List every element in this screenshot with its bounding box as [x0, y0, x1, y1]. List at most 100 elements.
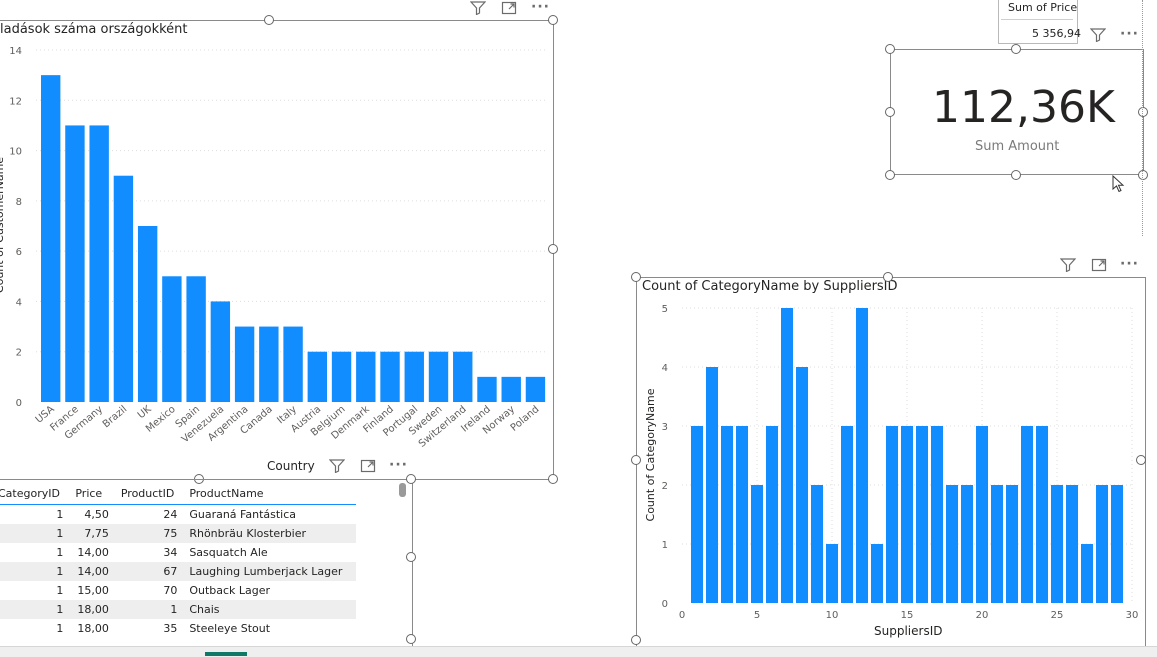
bar	[811, 485, 823, 603]
price-card-header: Sum of Price	[1008, 1, 1078, 14]
country-chart-visual[interactable]: ladások száma országokként 0 2 4 6 8 10 12 14 US…	[0, 0, 560, 485]
column-header-productid[interactable]: ProductID	[114, 482, 184, 505]
resize-handle[interactable]	[548, 474, 558, 484]
bar	[356, 351, 376, 402]
y-tick-label: 2	[16, 348, 22, 359]
bar	[283, 326, 303, 402]
resize-handle[interactable]	[885, 107, 895, 117]
resize-handle[interactable]	[548, 244, 558, 254]
resize-handle[interactable]	[548, 15, 558, 25]
table-row[interactable]: 1 14,00 34 Sasquatch Ale	[0, 543, 356, 562]
table-cell: 70	[163, 584, 178, 597]
resize-handle[interactable]	[406, 474, 416, 484]
focus-mode-icon[interactable]	[1091, 258, 1107, 272]
resize-handle[interactable]	[631, 455, 641, 465]
focus-mode-icon[interactable]	[360, 459, 376, 473]
filter-icon[interactable]	[470, 1, 486, 15]
bar	[1111, 485, 1123, 603]
more-options-icon[interactable]: ···	[389, 458, 408, 472]
resize-handle[interactable]	[883, 272, 893, 282]
bar	[931, 426, 943, 603]
bar	[1081, 544, 1093, 603]
table-cell: Guaraná Fantástica	[189, 508, 297, 521]
table-cell: 15,00	[77, 584, 109, 597]
table-row[interactable]: 1 7,75 75 Rhönbräu Klosterbier	[0, 524, 356, 543]
more-options-icon[interactable]: ···	[1120, 257, 1139, 271]
bar	[976, 426, 988, 603]
bar	[525, 376, 546, 402]
table-header-row: CategoryID Price ProductID ProductName	[0, 482, 356, 505]
table-cell: Rhönbräu Klosterbier	[183, 524, 356, 543]
table-row[interactable]: 1 15,00 70 Outback Lager	[0, 581, 356, 600]
column-header-price[interactable]: Price	[69, 482, 115, 505]
bar	[65, 125, 85, 402]
more-options-icon[interactable]: ···	[531, 0, 550, 14]
table-row[interactable]: 1 4,50 24 Guaraná Fantástica	[0, 505, 356, 525]
bar	[89, 125, 109, 402]
bar	[796, 367, 808, 603]
table-cell: 1	[56, 546, 64, 559]
price-card-divider	[1001, 19, 1073, 20]
y-tick-label: 12	[9, 96, 22, 107]
table-cell: 14,00	[69, 562, 115, 581]
bar	[751, 485, 763, 603]
y-tick-label: 2	[662, 481, 668, 492]
resize-handle[interactable]	[264, 15, 274, 25]
kpi-label: Sum Amount	[975, 139, 1060, 154]
bar	[41, 75, 61, 403]
resize-handle[interactable]	[1011, 44, 1021, 54]
suppliers-chart-visual[interactable]: Count of CategoryName by SuppliersID 012…	[630, 250, 1157, 650]
table-cell: Steeleye Stout	[189, 622, 271, 635]
x-tick-label: 20	[976, 610, 989, 621]
table-cell: 34	[163, 546, 178, 559]
canvas-edge-divider	[1142, 0, 1144, 236]
bar	[916, 426, 928, 603]
filter-icon[interactable]	[1060, 258, 1076, 272]
bar	[856, 308, 868, 603]
table-cell: 14,00	[77, 546, 109, 559]
table-scrollbar[interactable]	[399, 483, 406, 497]
bar	[1096, 485, 1108, 603]
resize-handle[interactable]	[1011, 170, 1021, 180]
price-card-visual[interactable]: Sum of Price 5 356,94 ···	[998, 0, 1143, 46]
x-tick-label: UK	[136, 404, 154, 422]
table-cell: 7,75	[69, 524, 115, 543]
filter-icon[interactable]	[1090, 28, 1106, 42]
column-header-categoryid[interactable]: CategoryID	[0, 482, 70, 505]
x-tick-label: Brazil	[101, 404, 129, 430]
resize-handle[interactable]	[885, 170, 895, 180]
table-row[interactable]: 1 14,00 67 Laughing Lumberjack Lager	[0, 562, 356, 581]
bar	[428, 351, 449, 402]
bar	[331, 351, 352, 402]
y-axis-label: Count of CustomerName	[0, 157, 6, 293]
bar	[137, 226, 158, 402]
table-row[interactable]: 1 18,00 1 Chais	[0, 600, 356, 619]
more-options-icon[interactable]: ···	[1120, 27, 1139, 41]
bar	[113, 175, 134, 402]
table-cell: Sasquatch Ale	[189, 546, 268, 559]
x-tick-label: 15	[901, 610, 914, 621]
bar	[453, 351, 473, 402]
resize-handle[interactable]	[406, 552, 416, 562]
bar	[234, 326, 255, 402]
price-card-value: 5 356,94	[1032, 27, 1081, 40]
column-header-productname[interactable]: ProductName	[183, 482, 356, 505]
resize-handle[interactable]	[1136, 455, 1146, 465]
kpi-card-visual[interactable]: 112,36K Sum Amount	[885, 44, 1157, 184]
resize-handle[interactable]	[885, 44, 895, 54]
y-tick-label: 6	[16, 247, 22, 258]
bar	[380, 351, 400, 402]
resize-handle[interactable]	[631, 272, 641, 282]
table-cell: 24	[163, 508, 178, 521]
filter-icon[interactable]	[329, 459, 345, 473]
table-row[interactable]: 1 18,00 35 Steeleye Stout	[0, 619, 356, 638]
bar	[1051, 485, 1063, 603]
page-tab-bar	[0, 646, 1157, 657]
y-tick-label: 10	[9, 147, 22, 158]
active-page-tab[interactable]	[205, 652, 247, 656]
resize-handle[interactable]	[406, 634, 416, 644]
products-table-visual[interactable]: CategoryID Price ProductID ProductName 1…	[0, 474, 420, 649]
bar	[991, 485, 1003, 603]
focus-mode-icon[interactable]	[501, 1, 517, 15]
resize-handle[interactable]	[631, 635, 641, 645]
